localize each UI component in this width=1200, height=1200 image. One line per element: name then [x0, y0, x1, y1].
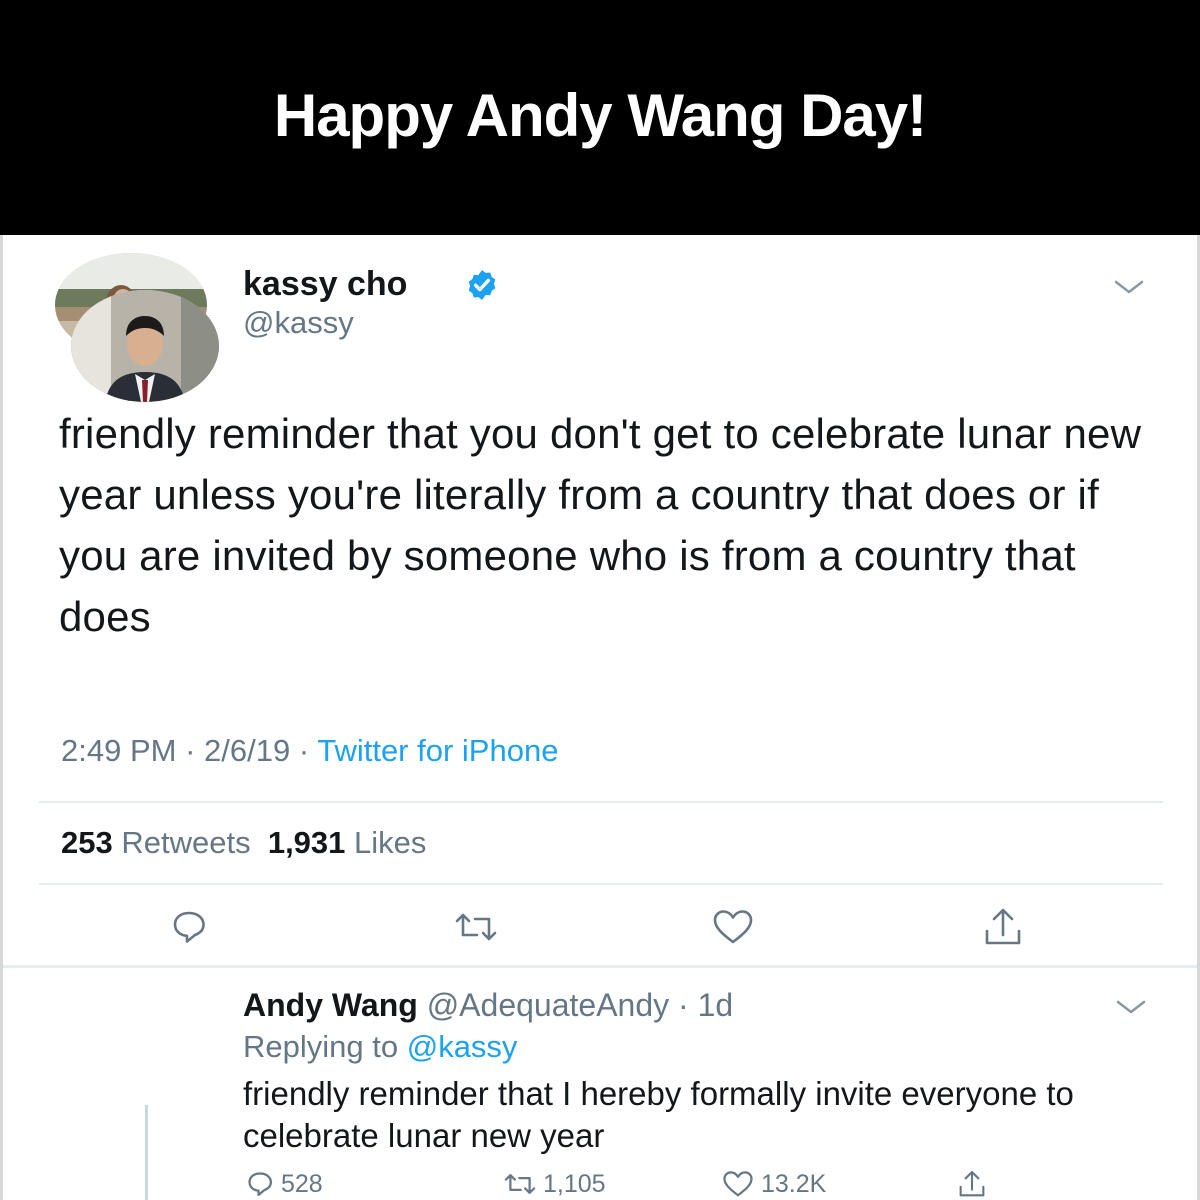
- tweet-stats: 253 Retweets 1,931 Likes: [61, 825, 426, 861]
- reply-share-action[interactable]: [955, 1169, 989, 1199]
- tweet-card: kassy cho @kassy friendly reminder that …: [0, 235, 1200, 1200]
- tweet-date: 2/6/19: [204, 733, 291, 768]
- chevron-down-icon[interactable]: [1115, 997, 1147, 1017]
- reply-retweet-count: 1,105: [543, 1169, 606, 1198]
- author-name[interactable]: kassy cho: [243, 265, 407, 304]
- reply-author-name[interactable]: Andy Wang: [243, 987, 418, 1023]
- like-icon: [723, 1171, 753, 1197]
- tweet-text: friendly reminder that you don't get to …: [59, 410, 1142, 640]
- reply-text: friendly reminder that I hereby formally…: [243, 1075, 1074, 1154]
- retweet-icon: [504, 1174, 536, 1194]
- andy-avatar[interactable]: [71, 290, 219, 402]
- like-icon[interactable]: [711, 907, 755, 947]
- chevron-down-icon[interactable]: [1113, 277, 1145, 297]
- reply-icon: [248, 1172, 272, 1196]
- meme-banner: Happy Andy Wang Day!: [0, 0, 1200, 235]
- verified-badge-icon: [468, 270, 496, 300]
- divider: [3, 965, 1197, 968]
- tweet-time: 2:49 PM: [61, 733, 177, 768]
- retweet-icon[interactable]: [453, 907, 499, 947]
- share-icon: [959, 1170, 985, 1197]
- reply-author-handle[interactable]: @AdequateAndy: [427, 987, 669, 1023]
- reply-retweet-action[interactable]: 1,105: [503, 1169, 606, 1199]
- reply-like-action[interactable]: 13.2K: [721, 1169, 826, 1199]
- share-icon[interactable]: [979, 907, 1027, 947]
- replying-prefix: Replying to: [243, 1029, 399, 1064]
- retweets-count[interactable]: 253: [61, 825, 113, 860]
- reply-reply-count: 528: [281, 1169, 323, 1198]
- reply-reply-action[interactable]: 528: [245, 1169, 323, 1199]
- tweet-client-link[interactable]: Twitter for iPhone: [317, 733, 558, 768]
- replying-to-handle[interactable]: @kassy: [407, 1029, 518, 1064]
- thread-line: [145, 1105, 148, 1200]
- tweet-meta: 2:49 PM · 2/6/19 · Twitter for iPhone: [61, 733, 559, 768]
- author-handle[interactable]: @kassy: [243, 305, 354, 341]
- banner-title: Happy Andy Wang Day!: [273, 82, 927, 149]
- likes-count[interactable]: 1,931: [268, 825, 346, 860]
- divider: [39, 801, 1163, 803]
- retweets-label[interactable]: Retweets: [121, 825, 250, 860]
- divider: [39, 883, 1163, 885]
- reply-icon[interactable]: [169, 907, 209, 947]
- reply-like-count: 13.2K: [761, 1169, 827, 1198]
- reply-age[interactable]: 1d: [698, 987, 734, 1023]
- likes-label[interactable]: Likes: [354, 825, 426, 860]
- replying-to: Replying to @kassy: [243, 1029, 517, 1065]
- reply-header: Andy Wang @AdequateAndy · 1d: [243, 987, 734, 1023]
